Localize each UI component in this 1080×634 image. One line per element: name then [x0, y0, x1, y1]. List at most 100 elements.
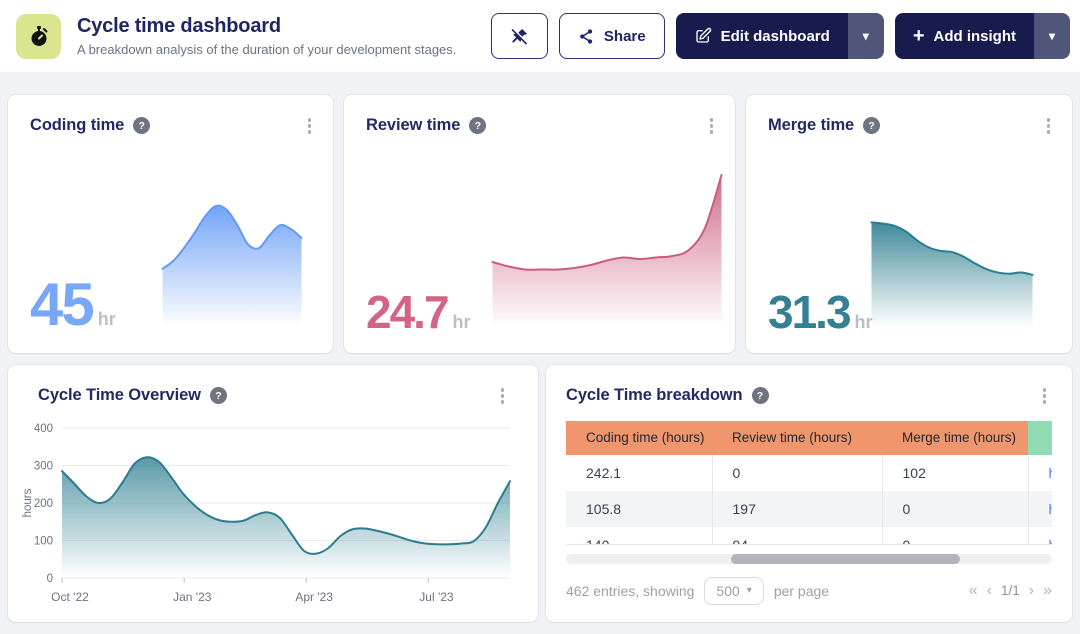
add-insight-button[interactable]: + Add insight	[895, 13, 1034, 59]
edit-icon	[694, 27, 712, 45]
table-header-row: Coding time (hours) Review time (hours) …	[566, 421, 1052, 455]
page-size-select[interactable]: 500 ▾	[704, 577, 763, 605]
card-header: Coding time ?	[8, 95, 333, 138]
unpin-button[interactable]	[491, 13, 548, 59]
row-link[interactable]: http	[1049, 537, 1053, 545]
coding-time-sparkline	[161, 195, 303, 327]
svg-text:Oct '22: Oct '22	[51, 590, 89, 604]
card-header: Cycle Time Overview ?	[20, 365, 526, 408]
edit-dashboard-dropdown[interactable]: ▾	[848, 13, 884, 59]
lower-cards-row: Cycle Time Overview ? 0 100 200 300 400 Oct '…	[8, 365, 1072, 622]
svg-text:100: 100	[34, 535, 53, 547]
scrollbar-thumb[interactable]	[731, 554, 959, 564]
metric-cards-row: Coding time ? 45 hr Review time ? 24.7 h…	[8, 95, 1072, 353]
card-title: Cycle Time Overview	[38, 386, 201, 405]
kebab-menu-icon[interactable]	[1037, 384, 1053, 408]
metric-value: 31.3 hr	[768, 285, 873, 339]
entries-count-text: 462 entries, showing	[566, 583, 694, 599]
card-title: Cycle Time breakdown	[566, 386, 743, 405]
metric-unit: hr	[98, 309, 116, 330]
card-title: Merge time	[768, 116, 854, 135]
svg-text:400: 400	[34, 423, 53, 435]
dashboard-body: Coding time ? 45 hr Review time ? 24.7 h…	[0, 72, 1080, 634]
coding-time-card: Coding time ? 45 hr	[8, 95, 333, 353]
metric-unit: hr	[855, 312, 873, 333]
pin-off-icon	[509, 26, 530, 47]
add-insight-label: Add insight	[934, 28, 1017, 45]
svg-text:Jan '23: Jan '23	[173, 590, 212, 604]
stopwatch-icon	[27, 24, 51, 48]
review-time-sparkline	[491, 167, 723, 327]
plus-icon: +	[913, 26, 925, 46]
page-title: Cycle time dashboard	[77, 15, 456, 38]
table-row: 242.1 0 102 http	[566, 455, 1052, 491]
prev-page-icon[interactable]: ‹	[987, 582, 992, 600]
per-page-text: per page	[774, 583, 829, 599]
cycle-time-overview-card: Cycle Time Overview ? 0 100 200 300 400 Oct '…	[8, 365, 538, 622]
caret-down-icon: ▾	[1049, 29, 1055, 43]
kebab-menu-icon[interactable]	[302, 114, 318, 138]
kebab-menu-icon[interactable]	[1041, 114, 1057, 138]
card-header: Review time ?	[344, 95, 735, 138]
metric-number: 31.3	[768, 285, 850, 339]
metric-value: 45 hr	[30, 270, 116, 339]
column-header-link	[1028, 421, 1052, 455]
share-button[interactable]: Share	[559, 13, 665, 59]
page-subtitle: A breakdown analysis of the duration of …	[77, 42, 456, 57]
merge-time-card: Merge time ? 31.3 hr	[746, 95, 1072, 353]
cycle-time-breakdown-card: Cycle Time breakdown ? Coding time (hour…	[546, 365, 1072, 622]
header-actions: Share Edit dashboard ▾ + Add insight ▾	[491, 13, 1070, 59]
kebab-menu-icon[interactable]	[704, 114, 720, 138]
help-icon[interactable]: ?	[469, 117, 486, 134]
add-insight-split-button: + Add insight ▾	[895, 13, 1070, 59]
table-row: 105.8 197 0 http	[566, 491, 1052, 527]
breakdown-table: Coding time (hours) Review time (hours) …	[566, 421, 1052, 545]
kebab-menu-icon[interactable]	[495, 384, 511, 408]
edit-dashboard-button[interactable]: Edit dashboard	[676, 13, 848, 59]
app-header: Cycle time dashboard A breakdown analysi…	[0, 0, 1080, 72]
card-header: Cycle Time breakdown ?	[566, 365, 1052, 408]
svg-text:0: 0	[47, 573, 53, 585]
card-title: Coding time	[30, 116, 124, 135]
help-icon[interactable]: ?	[863, 117, 880, 134]
next-page-icon[interactable]: ›	[1029, 582, 1034, 600]
metric-number: 24.7	[366, 285, 448, 339]
svg-text:Apr '23: Apr '23	[295, 590, 333, 604]
breakdown-table-viewport: Coding time (hours) Review time (hours) …	[566, 421, 1052, 545]
header-titles: Cycle time dashboard A breakdown analysi…	[77, 15, 456, 57]
edit-dashboard-split-button: Edit dashboard ▾	[676, 13, 884, 59]
svg-text:Jul '23: Jul '23	[419, 590, 454, 604]
add-insight-dropdown[interactable]: ▾	[1034, 13, 1070, 59]
pagination: « ‹ 1/1 › »	[969, 582, 1052, 600]
row-link[interactable]: http	[1049, 465, 1053, 481]
table-footer: 462 entries, showing 500 ▾ per page « ‹ …	[566, 577, 1052, 605]
edit-dashboard-label: Edit dashboard	[721, 28, 830, 45]
horizontal-scrollbar	[566, 554, 1052, 564]
cycle-time-overview-chart: 0 100 200 300 400 Oct '22 Jan '23 Apr '23 Jul '2…	[20, 414, 518, 610]
share-button-label: Share	[604, 28, 646, 45]
row-link[interactable]: http	[1049, 501, 1053, 517]
svg-text:200: 200	[34, 498, 53, 510]
column-header-merge: Merge time (hours)	[882, 421, 1028, 455]
caret-down-icon: ▾	[863, 29, 869, 43]
share-icon	[578, 28, 595, 45]
card-title: Review time	[366, 116, 460, 135]
svg-text:hours: hours	[22, 488, 34, 517]
svg-text:300: 300	[34, 460, 53, 472]
caret-down-icon: ▾	[747, 585, 752, 596]
help-icon[interactable]: ?	[752, 387, 769, 404]
column-header-review: Review time (hours)	[712, 421, 882, 455]
card-header: Merge time ?	[746, 95, 1072, 138]
help-icon[interactable]: ?	[210, 387, 227, 404]
metric-number: 45	[30, 270, 93, 339]
last-page-icon[interactable]: »	[1043, 582, 1052, 600]
metric-value: 24.7 hr	[366, 285, 471, 339]
metric-unit: hr	[453, 312, 471, 333]
help-icon[interactable]: ?	[133, 117, 150, 134]
table-row: 140 94 0 http	[566, 527, 1052, 545]
dashboard-logo	[16, 14, 61, 59]
column-header-coding: Coding time (hours)	[566, 421, 712, 455]
first-page-icon[interactable]: «	[969, 582, 978, 600]
merge-time-sparkline	[870, 209, 1034, 327]
page-indicator: 1/1	[1001, 583, 1020, 598]
